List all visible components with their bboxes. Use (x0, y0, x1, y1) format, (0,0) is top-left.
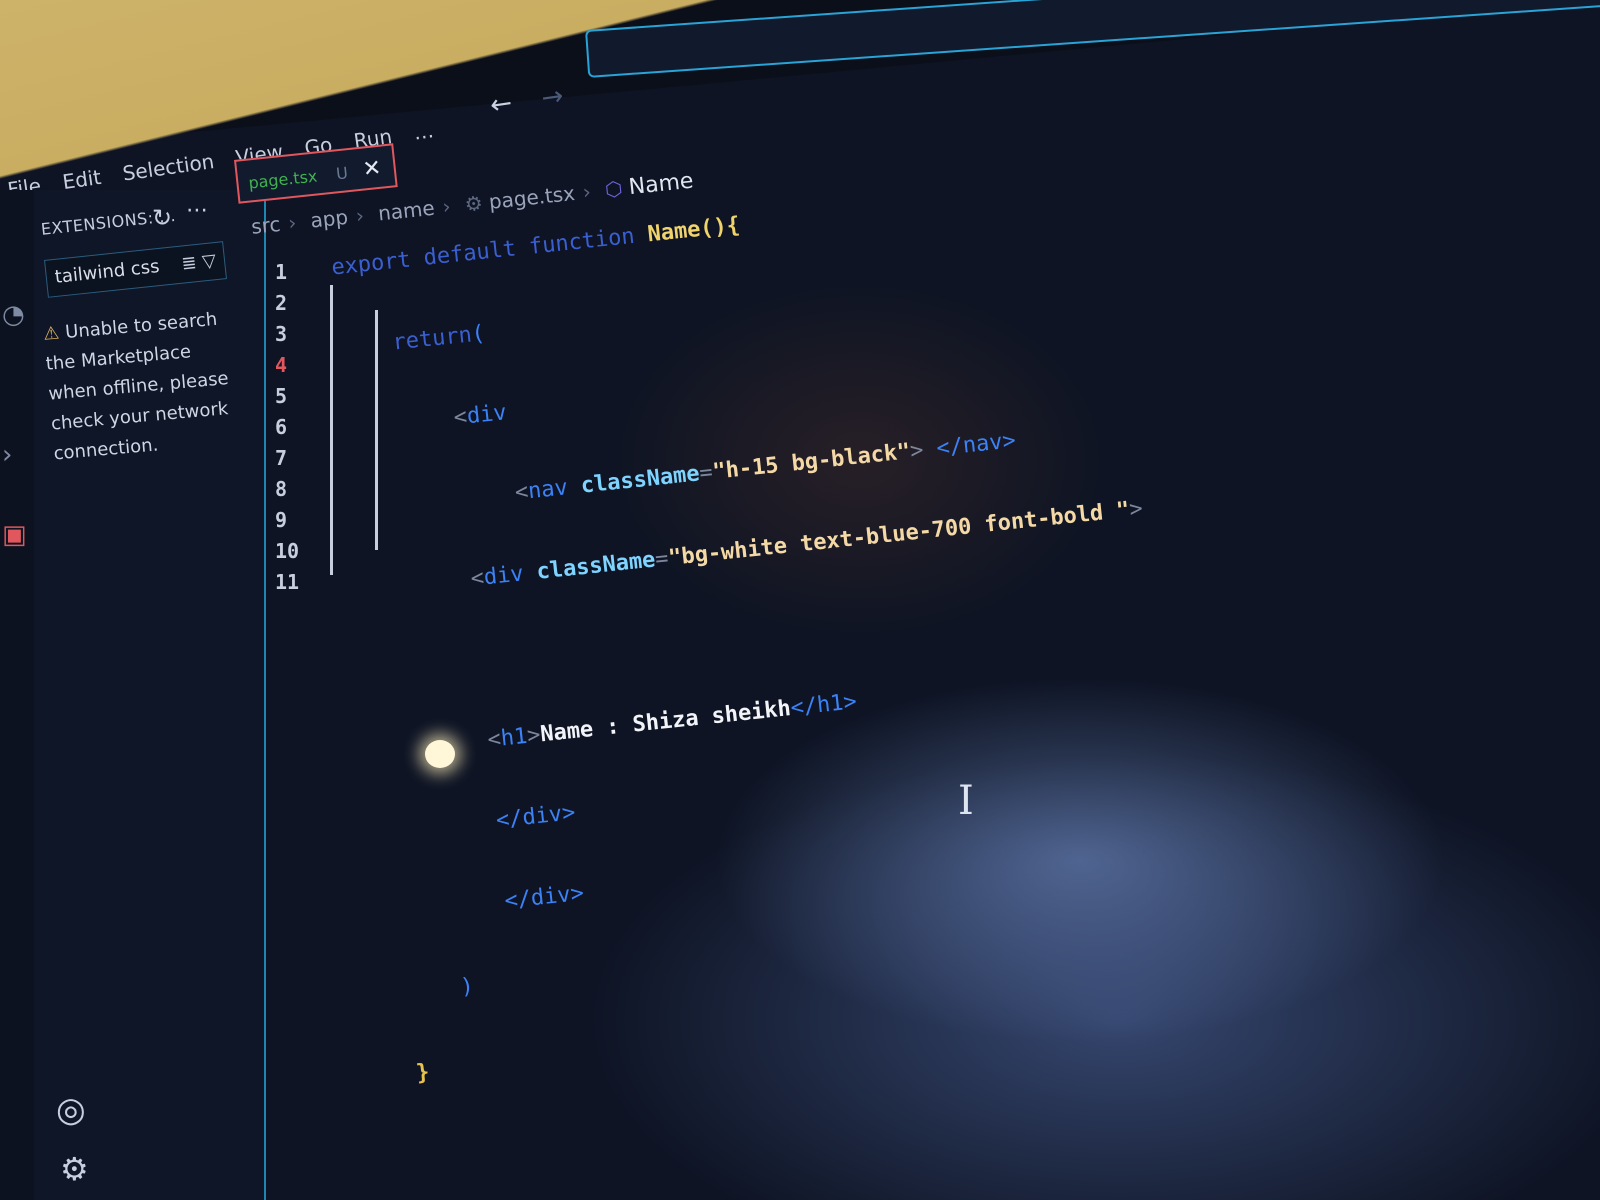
keyword: return (391, 322, 474, 356)
source-control-icon[interactable]: ◔ (2, 300, 25, 330)
attribute: className (579, 461, 701, 499)
activity-bar: ◔ › ▣ (0, 190, 36, 1200)
string: "bg-white text-blue-700 font-bold " (667, 497, 1131, 571)
command-center[interactable] (585, 0, 1600, 78)
line-number: 6 (275, 415, 288, 439)
back-arrow-icon[interactable]: ← (488, 88, 514, 121)
light-glare (425, 740, 455, 768)
run-debug-icon[interactable]: › (2, 440, 12, 470)
title-bar: ⌕my-app ←→ (0, 0, 1600, 140)
keyword: export default function (330, 222, 649, 281)
tag: </nav> (935, 428, 1017, 462)
tag: </h1> (789, 689, 858, 722)
line-number-active: 4 (275, 353, 288, 377)
line-number: 5 (275, 384, 288, 408)
nav-arrows: ← → (488, 81, 565, 121)
line-number: 10 (275, 539, 300, 563)
function-name: Name(){ (646, 212, 742, 248)
code-editor[interactable]: 1 2 3 4 5 6 7 8 9 10 11 export default f… (235, 213, 1600, 1200)
tag: div (482, 561, 525, 591)
account-icon[interactable]: ◎ (56, 1090, 86, 1130)
warning-icon: ⚠ (42, 322, 61, 345)
extension-search-value: tailwind css (53, 256, 161, 288)
code-lines: export default function Name(){ return( … (325, 124, 1201, 1142)
offline-warning-text: Unable to search the Marketplace when of… (44, 308, 230, 465)
sidebar: EXTENSIONS: ... ↻ ⋯ tailwind css ≣ ▽ ⚠ Un… (34, 190, 266, 1200)
line-number: 8 (275, 477, 288, 501)
text-cursor-icon: I (958, 778, 974, 824)
paren: ) (459, 973, 475, 1001)
line-numbers: 1 2 3 4 5 6 7 8 9 10 11 (275, 260, 299, 601)
tag: </div> (494, 800, 577, 834)
more-actions-icon[interactable]: ⋯ (186, 198, 208, 223)
attribute: className (535, 547, 657, 585)
tag: div (465, 400, 508, 430)
line-number: 2 (275, 291, 288, 315)
gear-icon[interactable]: ⚙ (60, 1150, 89, 1188)
line-number: 11 (275, 570, 300, 594)
tag: nav (526, 475, 570, 505)
tag: </div> (503, 880, 586, 914)
line-number: 3 (275, 322, 288, 346)
extensions-icon[interactable]: ▣ (2, 520, 27, 550)
close-icon[interactable]: ✕ (361, 156, 382, 183)
line-number: 1 (275, 260, 288, 284)
line-number: 9 (275, 508, 288, 532)
paren: ( (470, 321, 487, 348)
filter-icon[interactable]: ≣ ▽ (180, 243, 218, 282)
line-number: 7 (275, 446, 288, 470)
brace: } (414, 1059, 431, 1087)
extension-search-input[interactable]: tailwind css ≣ ▽ (44, 241, 227, 298)
string: "h-15 bg-black" (711, 439, 912, 485)
refresh-icon[interactable]: ↻ (152, 204, 172, 232)
offline-warning: ⚠ Unable to search the Marketplace when o… (42, 303, 244, 469)
tag: h1 (499, 723, 529, 752)
tab-status: U (335, 163, 349, 184)
forward-arrow-icon[interactable]: → (540, 81, 566, 114)
text-content: Name : Shiza sheikh (539, 696, 793, 748)
menu-more[interactable]: … (412, 118, 435, 145)
indent-guide (330, 285, 333, 575)
tab-label: page.tsx (247, 166, 319, 193)
